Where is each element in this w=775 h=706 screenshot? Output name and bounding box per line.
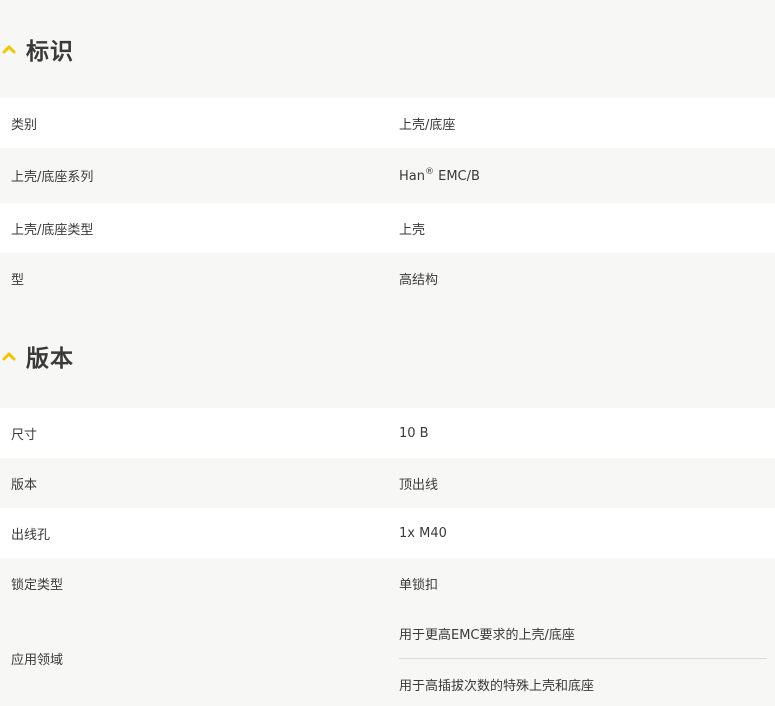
section-title: 标识 [26, 39, 74, 65]
registered-mark: ® [424, 167, 434, 177]
spec-value: 顶出线 [399, 477, 439, 493]
spec-value: 上壳/底座 [399, 117, 456, 133]
spec-row-multi: 应用领域 用于更高EMC要求的上壳/底座 用于高插拔次数的特殊上壳和底座 [0, 608, 775, 706]
spec-row: 出线孔 1x M40 [0, 508, 775, 558]
spec-row: 类别 上壳/底座 [0, 98, 775, 148]
chevron-up-icon[interactable] [2, 349, 16, 363]
spec-value: 1x M40 [399, 525, 447, 541]
spec-row: 版本 顶出线 [0, 458, 775, 508]
spec-key: 上壳/底座类型 [11, 222, 94, 238]
spec-key: 锁定类型 [11, 577, 64, 593]
spec-key: 上壳/底座系列 [11, 170, 94, 185]
section-header-identification[interactable]: 标识 [0, 0, 775, 98]
section-title: 版本 [26, 345, 74, 372]
spec-row: 锁定类型 单锁扣 [0, 558, 775, 608]
spec-row: 型 高结构 [0, 253, 775, 303]
spec-key: 型 [11, 272, 25, 288]
spec-value: 单锁扣 [399, 577, 439, 593]
spec-value: 上壳 [399, 222, 426, 238]
spec-row: 尺寸 10 B [0, 408, 775, 458]
spec-row: 上壳/底座类型 上壳 [0, 203, 775, 253]
spec-key: 尺寸 [11, 427, 38, 443]
spec-value-item: 用于更高EMC要求的上壳/底座 [399, 627, 575, 643]
spec-value: Han® EMC/B [388, 167, 775, 184]
spec-value-list: 用于更高EMC要求的上壳/底座 用于高插拔次数的特殊上壳和底座 [388, 608, 775, 706]
spec-value: 10 B [399, 425, 429, 441]
spec-value-rest: EMC/B [433, 169, 480, 184]
spec-key: 版本 [11, 477, 38, 493]
spec-key: 类别 [11, 117, 38, 133]
spec-row: 上壳/底座系列 Han® EMC/B [0, 148, 775, 203]
spec-key: 出线孔 [11, 527, 51, 543]
spec-key: 应用领域 [11, 653, 64, 668]
chevron-up-icon[interactable] [2, 42, 16, 56]
spec-value-item: 用于高插拔次数的特殊上壳和底座 [399, 678, 595, 694]
spec-value-main: Han [399, 169, 425, 184]
product-specs-page: 标识 类别 上壳/底座 上壳/底座系列 Han® EMC/B 上壳/底座类型 上… [0, 0, 775, 706]
section-header-version[interactable]: 版本 [0, 303, 775, 408]
spec-value: 高结构 [399, 272, 439, 288]
